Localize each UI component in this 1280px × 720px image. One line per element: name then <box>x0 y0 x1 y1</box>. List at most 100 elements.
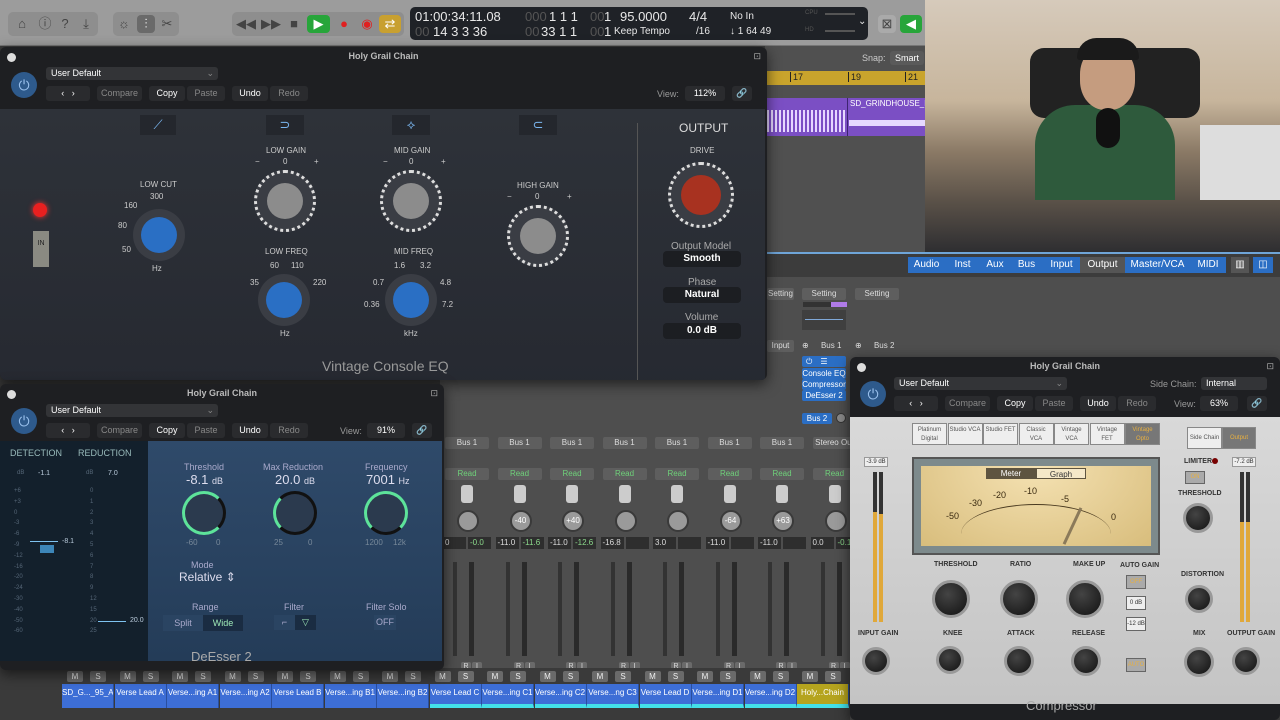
link-icon[interactable]: 🔗 <box>412 423 432 438</box>
info-icon[interactable]: ⓘ <box>36 15 54 33</box>
bell-icon[interactable]: ⟡ <box>392 115 430 135</box>
mid-gain-knob[interactable] <box>380 170 442 232</box>
volume-fader[interactable] <box>815 562 855 662</box>
auto-gain-minus12db[interactable]: -12 dB <box>1126 617 1146 631</box>
close-editor-icon[interactable]: ⊠ <box>878 15 896 33</box>
solo-button[interactable]: S <box>667 671 684 682</box>
reduction-marker-line[interactable] <box>98 621 126 622</box>
model-button[interactable]: Studio FET <box>983 423 1018 445</box>
auto-gain-0db[interactable]: 0 dB <box>1126 596 1146 610</box>
compare-button[interactable]: Compare <box>97 86 142 101</box>
link-icon[interactable]: 🔗 <box>732 86 752 101</box>
stop-icon[interactable]: ■ <box>285 15 303 33</box>
solo-button[interactable]: S <box>247 671 264 682</box>
track-name[interactable]: Verse Lead C <box>429 684 482 708</box>
solo-button[interactable]: S <box>562 671 579 682</box>
model-button[interactable]: Vintage VCA <box>1054 423 1089 445</box>
smart-controls-icon[interactable]: ☼ <box>115 15 133 33</box>
resize-icon[interactable]: ⊡ <box>1266 361 1274 372</box>
redo-button[interactable]: Redo <box>270 86 308 101</box>
solo-button[interactable]: S <box>300 671 316 682</box>
filter-midi[interactable]: MIDI <box>1190 257 1226 273</box>
division[interactable]: /16 <box>696 26 710 37</box>
output-slot[interactable]: Bus 1 <box>707 437 752 449</box>
automation-mode[interactable]: Read <box>655 468 699 480</box>
release-knob[interactable] <box>1071 646 1101 676</box>
automation-mode[interactable]: Read <box>497 468 542 480</box>
solo-button[interactable]: S <box>405 671 421 682</box>
mixer-icon[interactable]: ⫶ <box>137 15 155 33</box>
help-icon[interactable]: ? <box>56 15 74 33</box>
pan-knob[interactable] <box>667 510 689 532</box>
knee-knob[interactable] <box>936 646 964 674</box>
filter-master-vca[interactable]: Master/VCA <box>1125 257 1190 273</box>
attack-knob[interactable] <box>1004 646 1034 676</box>
fast-forward-icon[interactable]: ▶▶ <box>261 15 281 33</box>
solo-button[interactable]: S <box>457 671 474 682</box>
filter-bus[interactable]: Bus <box>1010 257 1043 273</box>
threshold-knob[interactable] <box>182 491 226 535</box>
automation-mode[interactable]: Read <box>445 468 489 480</box>
mute-button[interactable]: M <box>592 671 608 682</box>
library-icon[interactable]: ⌂ <box>13 15 31 33</box>
pan-knob[interactable]: +40 <box>562 510 584 532</box>
insert-slot[interactable]: Console EQ <box>802 368 846 379</box>
drive-knob[interactable] <box>668 162 734 228</box>
compare-button[interactable]: Compare <box>945 396 990 411</box>
range-wide-button[interactable]: Wide <box>203 615 243 631</box>
lcd-display[interactable]: 01:00:34:11.08 00 14 3 3 36 000 1 1 1 00… <box>410 7 868 40</box>
volume-fader[interactable] <box>657 562 697 662</box>
auto-release-button[interactable]: AUTO <box>1126 658 1146 672</box>
filter-audio[interactable]: Audio <box>908 257 945 273</box>
mix-knob[interactable] <box>1184 647 1214 677</box>
mute-button[interactable]: M <box>329 671 346 682</box>
bandpass-filter-icon[interactable]: ▽ <box>295 615 316 630</box>
track-name[interactable]: Verse Lead D <box>639 684 692 708</box>
prev-next-preset[interactable]: ‹ › <box>46 423 90 438</box>
track-name[interactable]: Holy...Chain <box>797 684 849 708</box>
distortion-knob[interactable] <box>1185 585 1213 613</box>
capture-record-icon[interactable]: ◉ <box>358 15 376 33</box>
solo-button[interactable]: S <box>90 671 106 682</box>
output-slot[interactable]: Bus 1 <box>760 437 804 449</box>
mute-button[interactable]: M <box>539 671 556 682</box>
mute-button[interactable]: M <box>382 671 398 682</box>
solo-button[interactable]: S <box>352 671 369 682</box>
mute-button[interactable]: M <box>67 671 83 682</box>
resize-icon[interactable]: ⊡ <box>430 388 438 399</box>
undo-button[interactable]: Undo <box>232 423 268 438</box>
tempo[interactable]: 95.0000 <box>620 9 667 24</box>
pan-knob[interactable]: -40 <box>509 510 532 532</box>
paste-button[interactable]: Paste <box>187 86 225 101</box>
preset-select[interactable]: User Default ⌄ <box>894 377 1067 390</box>
mute-button[interactable]: M <box>434 671 451 682</box>
track-name[interactable]: SD_G..._95_A <box>62 684 114 708</box>
mute-button[interactable]: M <box>644 671 661 682</box>
output-slot[interactable]: Bus 1 <box>602 437 647 449</box>
filter-output[interactable]: Output <box>1080 257 1125 273</box>
model-button[interactable]: Vintage Opto <box>1125 423 1160 445</box>
track-name[interactable]: Verse Lead B <box>272 684 324 708</box>
output-slot[interactable]: Bus 1 <box>550 437 594 449</box>
insert-slot-header[interactable]: ⏻ ☰ <box>802 356 846 367</box>
input-button[interactable]: Input <box>767 340 794 352</box>
pan-knob[interactable]: -64 <box>719 510 742 532</box>
mid-freq-knob[interactable] <box>385 274 437 326</box>
filter-inst[interactable]: Inst <box>945 257 980 273</box>
high-shelf-icon[interactable]: ⊂ <box>519 115 557 135</box>
track-name[interactable]: Verse...ing A1 <box>167 684 219 708</box>
volume-fader[interactable] <box>605 562 645 662</box>
output-slot[interactable]: Bus 1 <box>655 437 699 449</box>
graph-tab[interactable]: Graph <box>1036 468 1086 479</box>
setting-button[interactable]: Setting <box>802 288 846 300</box>
model-button[interactable]: Classic VCA <box>1018 423 1054 445</box>
mute-button[interactable]: M <box>487 671 503 682</box>
highpass-icon[interactable]: ⟋ <box>140 115 176 135</box>
undo-button[interactable]: Undo <box>1080 396 1116 411</box>
paste-button[interactable]: Paste <box>187 423 225 438</box>
meter-tab[interactable]: Meter <box>986 468 1036 479</box>
record-icon[interactable]: ● <box>335 15 353 33</box>
filter-input[interactable]: Input <box>1043 257 1080 273</box>
low-cut-knob[interactable] <box>133 209 185 261</box>
output-slot[interactable]: Bus 1 <box>445 437 489 449</box>
